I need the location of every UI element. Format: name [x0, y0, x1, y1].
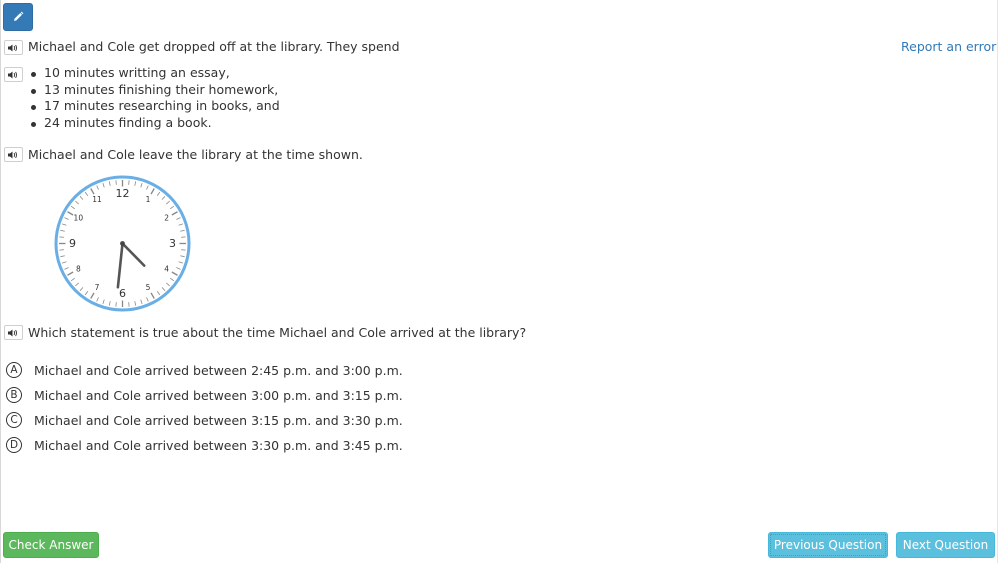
- speaker-icon: [8, 329, 17, 336]
- audio-button-prompt[interactable]: [4, 325, 23, 340]
- answer-option-d[interactable]: D Michael and Cole arrived between 3:30 …: [6, 436, 403, 454]
- edit-button[interactable]: [3, 3, 33, 31]
- clock-number: 4: [164, 265, 169, 274]
- question-prompt: Which statement is true about the time M…: [28, 325, 527, 340]
- option-text[interactable]: Michael and Cole arrived between 3:30 p.…: [34, 438, 403, 453]
- clock-number: 1: [146, 195, 151, 204]
- answer-option-a[interactable]: A Michael and Cole arrived between 2:45 …: [6, 361, 403, 379]
- speaker-icon: [8, 151, 17, 158]
- check-answer-button[interactable]: Check Answer: [3, 532, 99, 558]
- clock-number: 12: [116, 187, 130, 200]
- speaker-icon: [8, 44, 17, 51]
- clock-number: 9: [69, 237, 76, 250]
- answer-option-b[interactable]: B Michael and Cole arrived between 3:00 …: [6, 386, 403, 404]
- clock-number: 6: [119, 287, 126, 300]
- list-item: 24 minutes finding a book.: [29, 115, 280, 132]
- answer-option-c[interactable]: C Michael and Cole arrived between 3:15 …: [6, 411, 403, 429]
- activity-list: 10 minutes writting an essay, 13 minutes…: [29, 65, 280, 132]
- left-border: [0, 0, 1, 563]
- list-item: 13 minutes finishing their homework,: [29, 82, 280, 99]
- clock-number: 5: [146, 283, 151, 292]
- audio-button-list[interactable]: [4, 67, 23, 82]
- audio-button-intro[interactable]: [4, 40, 23, 55]
- clock-number: 10: [74, 214, 84, 223]
- leave-statement: Michael and Cole leave the library at th…: [28, 147, 363, 162]
- option-text[interactable]: Michael and Cole arrived between 3:00 p.…: [34, 388, 403, 403]
- clock-number: 8: [76, 265, 81, 274]
- option-text[interactable]: Michael and Cole arrived between 3:15 p.…: [34, 413, 403, 428]
- clock-number: 7: [95, 283, 100, 292]
- clock-number: 11: [92, 195, 102, 204]
- audio-button-leave[interactable]: [4, 147, 23, 162]
- option-letter-a[interactable]: A: [6, 362, 22, 378]
- speaker-icon: [8, 71, 17, 78]
- option-text[interactable]: Michael and Cole arrived between 2:45 p.…: [34, 363, 403, 378]
- clock-number: 2: [164, 214, 169, 223]
- analog-clock: 12 1234567891011: [54, 175, 191, 312]
- clock-center-pin: [120, 241, 125, 246]
- right-border: [997, 0, 998, 563]
- list-item: 17 minutes researching in books, and: [29, 98, 280, 115]
- question-intro: Michael and Cole get dropped off at the …: [28, 39, 400, 54]
- option-letter-d[interactable]: D: [6, 437, 22, 453]
- next-question-button[interactable]: Next Question: [896, 532, 995, 558]
- clock-number: 3: [169, 237, 176, 250]
- previous-question-button[interactable]: Previous Question: [768, 532, 888, 558]
- option-letter-c[interactable]: C: [6, 412, 22, 428]
- option-letter-b[interactable]: B: [6, 387, 22, 403]
- pencil-icon: [14, 11, 24, 21]
- list-item: 10 minutes writting an essay,: [29, 65, 280, 82]
- report-error-link[interactable]: Report an error: [901, 39, 996, 54]
